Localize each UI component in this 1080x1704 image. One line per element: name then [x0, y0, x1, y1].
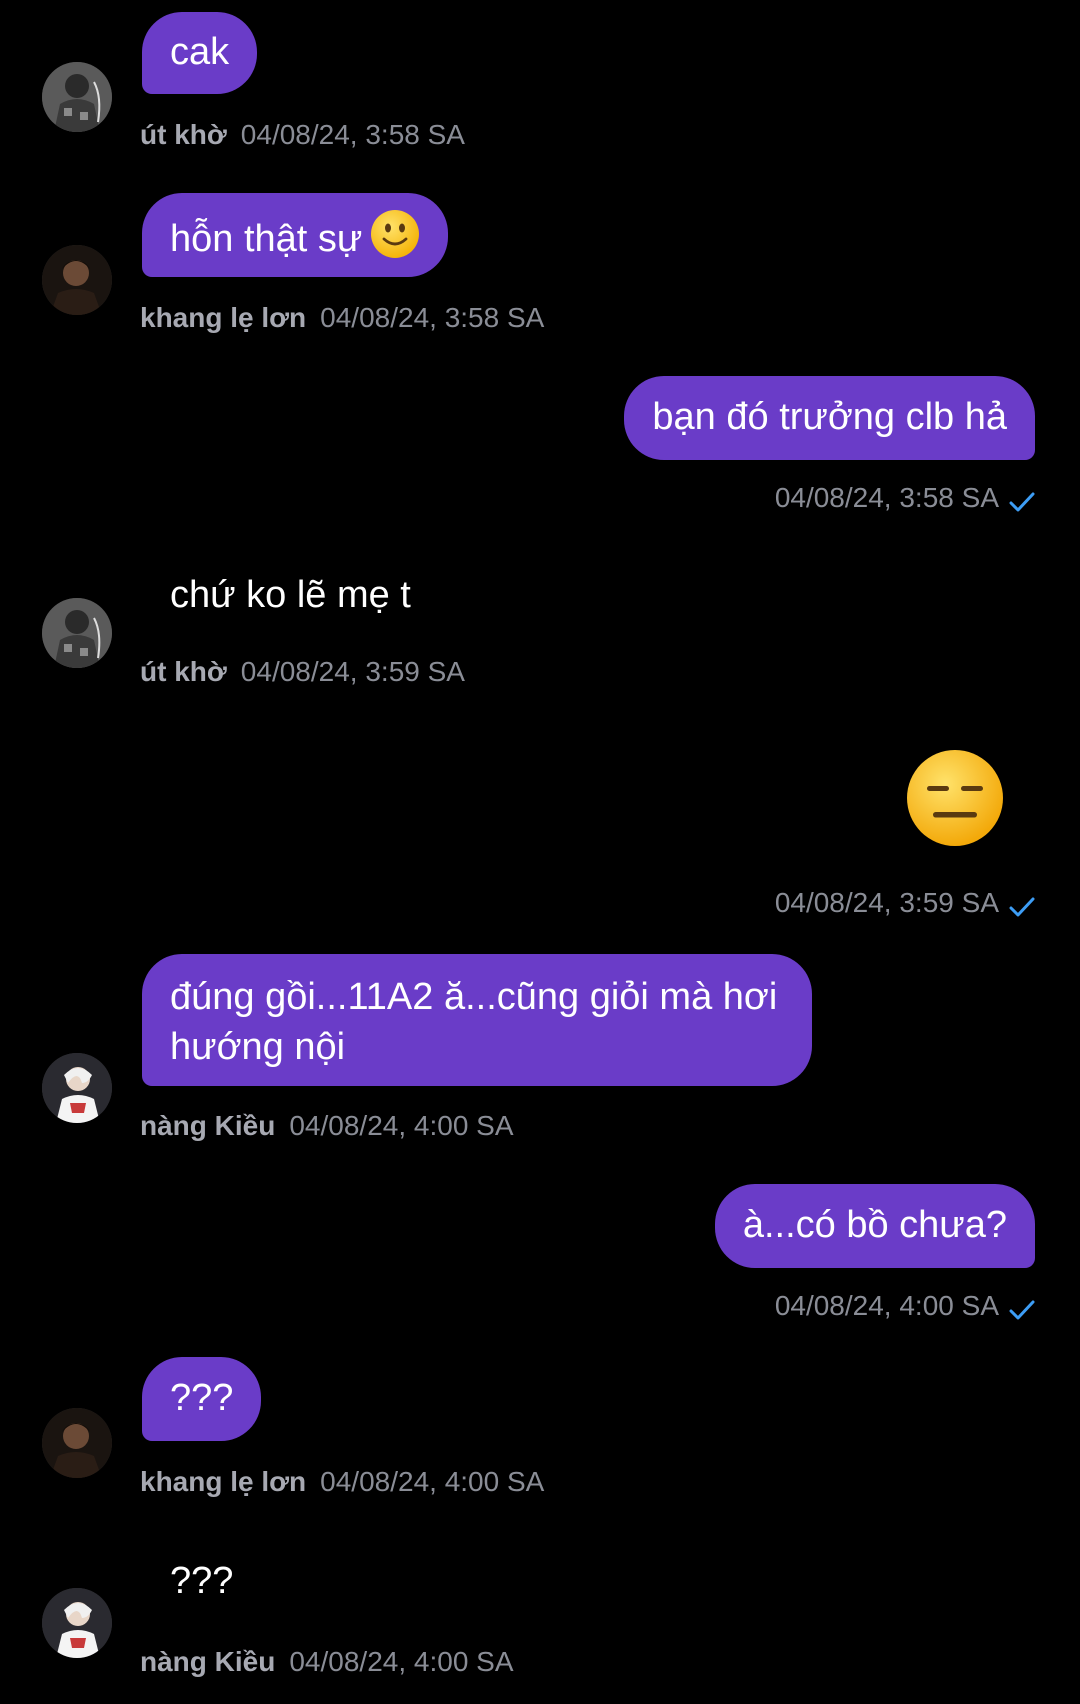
message-meta: út khờ 04/08/24, 3:59 SA: [140, 655, 465, 689]
message-bubble[interactable]: hỗn thật sự: [142, 193, 449, 277]
message-text: ???: [170, 1377, 234, 1419]
check-icon: [1009, 1295, 1035, 1320]
message-bubble[interactable]: đúng gồi...11A2 ă...cũng giỏi mà hơi hướ…: [142, 954, 812, 1086]
check-icon: [1009, 892, 1035, 917]
sender-name: khang lẹ lơn: [140, 302, 307, 333]
avatar-ut-kho[interactable]: [42, 598, 112, 668]
timestamp: 04/08/24, 3:59 SA: [774, 887, 999, 918]
message-text: đúng gồi...11A2 ă...cũng giỏi mà hơi hướ…: [170, 976, 778, 1068]
message-meta: khang lẹ lơn 04/08/24, 4:00 SA: [140, 1465, 544, 1499]
avatar-nang-kieu[interactable]: [42, 1053, 112, 1123]
avatar-khang[interactable]: [42, 245, 112, 315]
message-text[interactable]: chứ ko lẽ mẹ t: [170, 570, 411, 620]
sender-name: khang lẹ lơn: [140, 1466, 307, 1497]
message-bubble[interactable]: cak: [142, 12, 258, 94]
message-meta: nàng Kiều 04/08/24, 4:00 SA: [140, 1109, 514, 1143]
message-text: cak: [170, 31, 230, 73]
avatar-khang[interactable]: [42, 1408, 112, 1478]
avatar-ut-kho[interactable]: [42, 62, 112, 132]
expressionless-face-emoji[interactable]: [905, 748, 1005, 853]
message-bubble[interactable]: bạn đó trưởng clb hả: [624, 376, 1035, 460]
avatar-nang-kieu[interactable]: [42, 1588, 112, 1658]
slightly-smiling-face-emoji: [370, 209, 420, 272]
timestamp: 04/08/24, 3:58 SA: [320, 302, 545, 333]
message-meta: nàng Kiều 04/08/24, 4:00 SA: [140, 1645, 514, 1679]
sender-name: nàng Kiều: [140, 1110, 276, 1141]
timestamp: 04/08/24, 4:00 SA: [320, 1466, 545, 1497]
message-meta: khang lẹ lơn 04/08/24, 3:58 SA: [140, 301, 544, 335]
timestamp: 04/08/24, 4:00 SA: [289, 1646, 514, 1677]
timestamp: 04/08/24, 3:58 SA: [774, 482, 999, 513]
timestamp: 04/08/24, 4:00 SA: [289, 1110, 514, 1141]
timestamp: 04/08/24, 4:00 SA: [774, 1290, 999, 1321]
message-meta: 04/08/24, 3:58 SA: [775, 481, 1035, 515]
timestamp: 04/08/24, 3:59 SA: [240, 656, 465, 687]
sender-name: nàng Kiều: [140, 1646, 276, 1677]
message-bubble[interactable]: ???: [142, 1357, 262, 1441]
message-text: à...có bồ chưa?: [742, 1204, 1007, 1246]
message-meta: 04/08/24, 3:59 SA: [775, 886, 1035, 920]
message-text: bạn đó trưởng clb hả: [652, 396, 1007, 438]
sender-name: út khờ: [140, 656, 227, 687]
check-icon: [1009, 487, 1035, 512]
message-bubble[interactable]: à...có bồ chưa?: [714, 1184, 1035, 1268]
chat-thread[interactable]: cak út khờ 04/08/24, 3:58 SA hỗn thật sự …: [0, 0, 1080, 1704]
sender-name: út khờ: [140, 119, 227, 150]
timestamp: 04/08/24, 3:58 SA: [240, 119, 465, 150]
message-meta: 04/08/24, 4:00 SA: [775, 1289, 1035, 1323]
message-meta: út khờ 04/08/24, 3:58 SA: [140, 118, 465, 152]
message-text: hỗn thật sự: [170, 218, 363, 260]
message-text[interactable]: ???: [170, 1556, 233, 1606]
